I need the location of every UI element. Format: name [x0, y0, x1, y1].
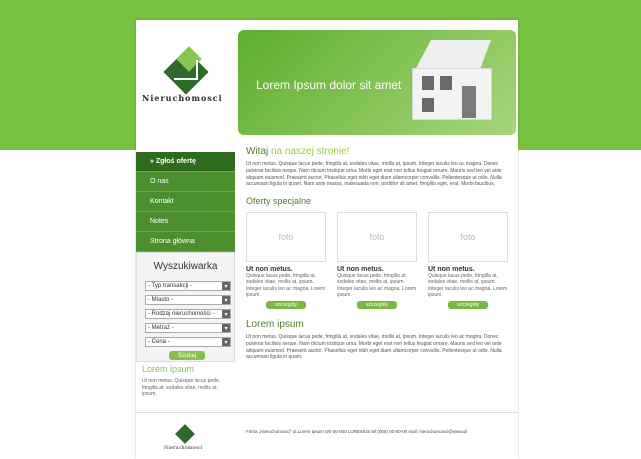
left-column: » Zgłoś ofertę O nas Kontakt Notes Stron…	[136, 152, 235, 252]
offer-card: foto Ut non metus. Quisque lacus pede, f…	[337, 212, 417, 309]
house-illustration	[406, 40, 506, 130]
price-value: - Cena -	[148, 339, 170, 345]
footer-text: Firma „Nieruchomosci" ul.Lorem Ipsum 0/0…	[246, 429, 467, 434]
offer-title: Ut non metus.	[246, 266, 293, 273]
area-value: - Metraż -	[148, 325, 174, 331]
search-panel: Wyszukiwarka - Typ transakcji - ▾ - Miast…	[136, 252, 235, 362]
offer-photo[interactable]: foto	[428, 212, 508, 262]
chevron-down-icon: ▾	[222, 324, 230, 332]
welcome-text: Ut non metus. Quisque lacus pede, fringi…	[246, 161, 502, 188]
lorem-section: Lorem ipsum Ut non metus. Quisque lacus …	[246, 319, 512, 361]
offers-title: Oferty specjalne	[246, 196, 312, 206]
offer-card: foto Ut non metus. Quisque lacus pede, f…	[246, 212, 326, 309]
house-window-icon	[422, 98, 434, 112]
chevron-down-icon: ▾	[222, 282, 230, 290]
menu-item-zglos-oferte[interactable]: » Zgłoś ofertę	[136, 152, 235, 172]
left-lorem-title: Lorem ipsum	[142, 364, 195, 374]
details-button[interactable]: szczegóły	[448, 301, 488, 309]
details-button[interactable]: szczegóły	[266, 301, 306, 309]
logo-house-icon	[174, 60, 198, 80]
brand-name: Nieruchomosci	[142, 93, 223, 103]
menu-item-o-nas[interactable]: O nas	[136, 172, 235, 192]
property-type-value: - Rodzaj nieruchomości -	[148, 311, 215, 317]
welcome-heading: Witaj na naszej stronie!	[246, 146, 512, 157]
property-type-select[interactable]: - Rodzaj nieruchomości - ▾	[145, 309, 231, 319]
offer-cards: foto Ut non metus. Quisque lacus pede, f…	[246, 212, 512, 309]
menu-item-notes[interactable]: Notes	[136, 212, 235, 232]
offer-photo[interactable]: foto	[337, 212, 417, 262]
offer-title: Ut non metus.	[337, 266, 384, 273]
side-menu: » Zgłoś ofertę O nas Kontakt Notes Stron…	[136, 152, 235, 252]
offers-section: Oferty specjalne foto Ut non metus. Quis…	[246, 196, 512, 309]
footer-brand: Nieruchomosci	[164, 445, 203, 451]
banner-title: Lorem Ipsum dolor sit amet	[256, 78, 402, 92]
transaction-type-value: - Typ transakcji -	[148, 283, 192, 289]
offer-text: Quisque lacus pede, fringilla at, sodale…	[428, 273, 508, 298]
footer: Nieruchomosci Firma „Nieruchomosci" ul.L…	[136, 412, 518, 459]
search-title: Wyszukiwarka	[153, 261, 218, 272]
search-button[interactable]: Szukaj	[169, 351, 205, 360]
transaction-type-select[interactable]: - Typ transakcji - ▾	[145, 281, 231, 291]
lorem-title: Lorem ipsum	[246, 319, 304, 330]
main-content: Witaj na naszej stronie! Ut non metus. Q…	[246, 146, 512, 361]
menu-item-strona-glowna[interactable]: Strona główna	[136, 232, 235, 252]
heading-prefix: Witaj	[246, 146, 271, 157]
house-roof-icon	[416, 40, 491, 68]
offer-photo[interactable]: foto	[246, 212, 326, 262]
offer-text: Quisque lacus pede, fringilla at, sodale…	[337, 273, 417, 298]
house-door-icon	[462, 86, 476, 118]
house-window-icon	[422, 76, 434, 90]
heading-accent: na naszej stronie!	[271, 146, 350, 157]
offer-title: Ut non metus.	[428, 266, 475, 273]
page-container: Nieruchomosci Lorem Ipsum dolor sit amet…	[136, 20, 518, 459]
details-button[interactable]: szczegóły	[357, 301, 397, 309]
offer-text: Quisque lacus pede, fringilla at, sodale…	[246, 273, 326, 298]
left-lorem-text: Ut non metus. Quisque lacus pede, fringi…	[142, 378, 221, 397]
footer-logo-icon	[175, 424, 195, 444]
price-select[interactable]: - Cena - ▾	[145, 337, 231, 347]
chevron-down-icon: ▾	[222, 310, 230, 318]
chevron-down-icon: ▾	[222, 296, 230, 304]
area-select[interactable]: - Metraż - ▾	[145, 323, 231, 333]
city-select[interactable]: - Miasto - ▾	[145, 295, 231, 305]
footer-logo[interactable]	[172, 423, 200, 444]
lorem-text: Ut non metus. Quisque lacus pede, fringi…	[246, 334, 502, 361]
left-lorem-block: Lorem ipsum Ut non metus. Quisque lacus …	[142, 364, 232, 398]
menu-item-kontakt[interactable]: Kontakt	[136, 192, 235, 212]
house-window-icon	[440, 76, 452, 90]
logo[interactable]: Nieruchomosci	[136, 20, 236, 135]
offer-card: foto Ut non metus. Quisque lacus pede, f…	[428, 212, 508, 309]
chevron-down-icon: ▾	[222, 338, 230, 346]
hero-banner: Lorem Ipsum dolor sit amet	[238, 30, 516, 135]
city-value: - Miasto -	[148, 297, 174, 303]
